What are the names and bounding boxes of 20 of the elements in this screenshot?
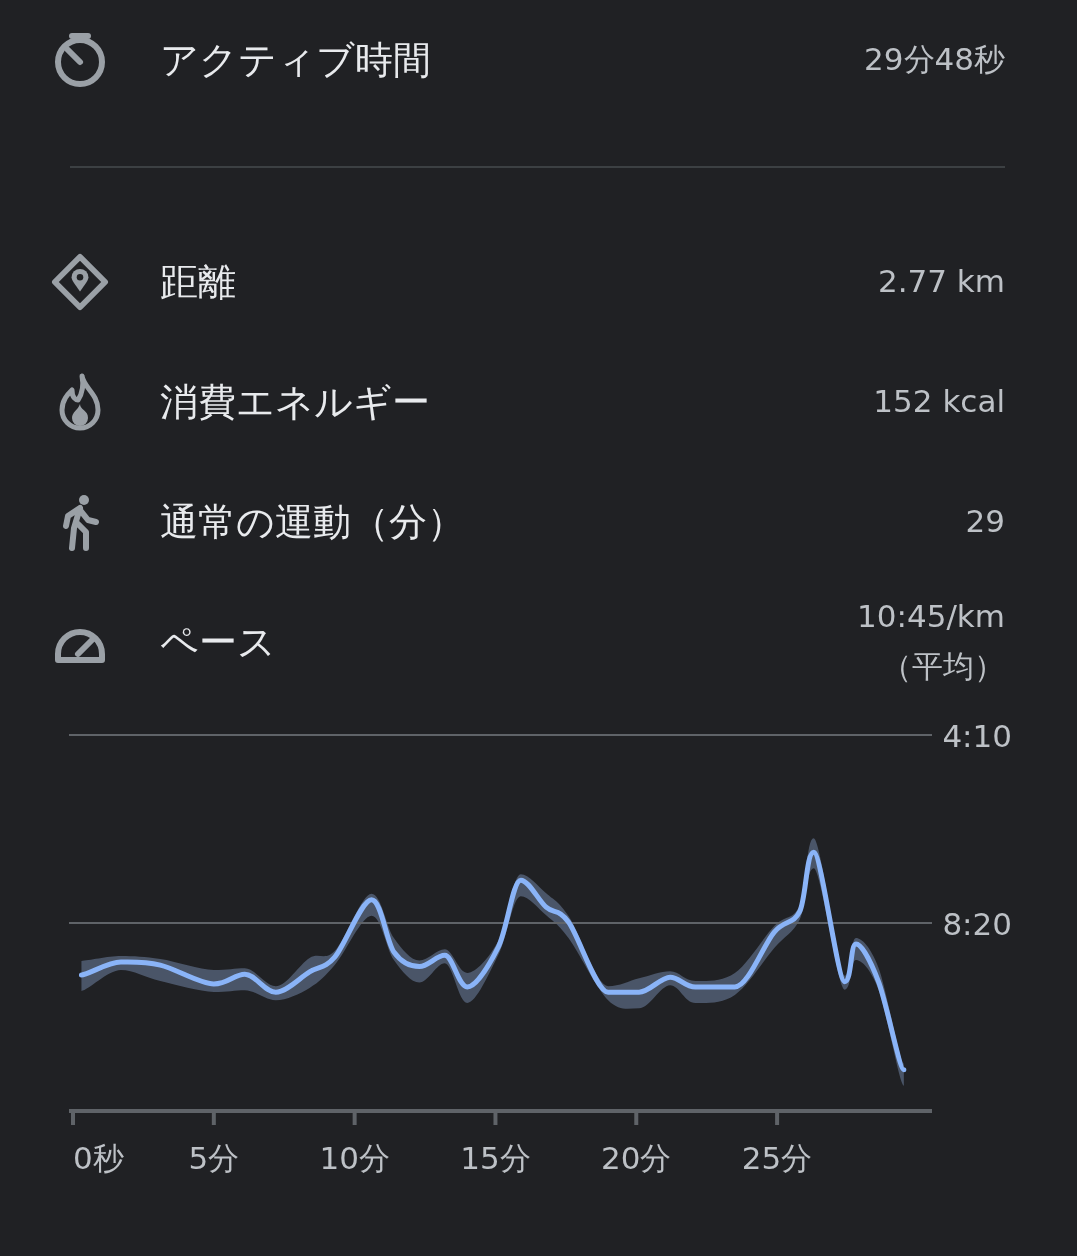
x-tick-label: 15分: [460, 1140, 531, 1176]
stat-value: 10:45/km: [857, 597, 1005, 637]
stat-label: 通常の運動（分）: [160, 498, 466, 546]
stat-label: ペース: [160, 618, 277, 666]
x-tick-label: 10分: [319, 1140, 390, 1176]
stat-value: 29分48秒: [864, 40, 1005, 80]
location-pin-icon: [50, 252, 110, 312]
stat-value: 29: [965, 502, 1005, 542]
stat-label: 消費エネルギー: [160, 378, 431, 426]
x-tick-label: 20分: [601, 1140, 672, 1176]
stat-value: 2.77 km: [877, 262, 1005, 302]
x-tick-label: 0秒: [73, 1140, 124, 1176]
x-tick-label: 25分: [741, 1140, 813, 1176]
y-tick-label: 4:10: [942, 718, 1012, 754]
y-tick-label: 8:20: [942, 906, 1012, 942]
stat-value: 152 kcal: [873, 382, 1005, 422]
stat-note: （平均）: [881, 647, 1005, 686]
stat-label: アクティブ時間: [160, 36, 432, 84]
x-tick-label: 5分: [188, 1140, 240, 1176]
stat-label: 距離: [160, 258, 237, 306]
